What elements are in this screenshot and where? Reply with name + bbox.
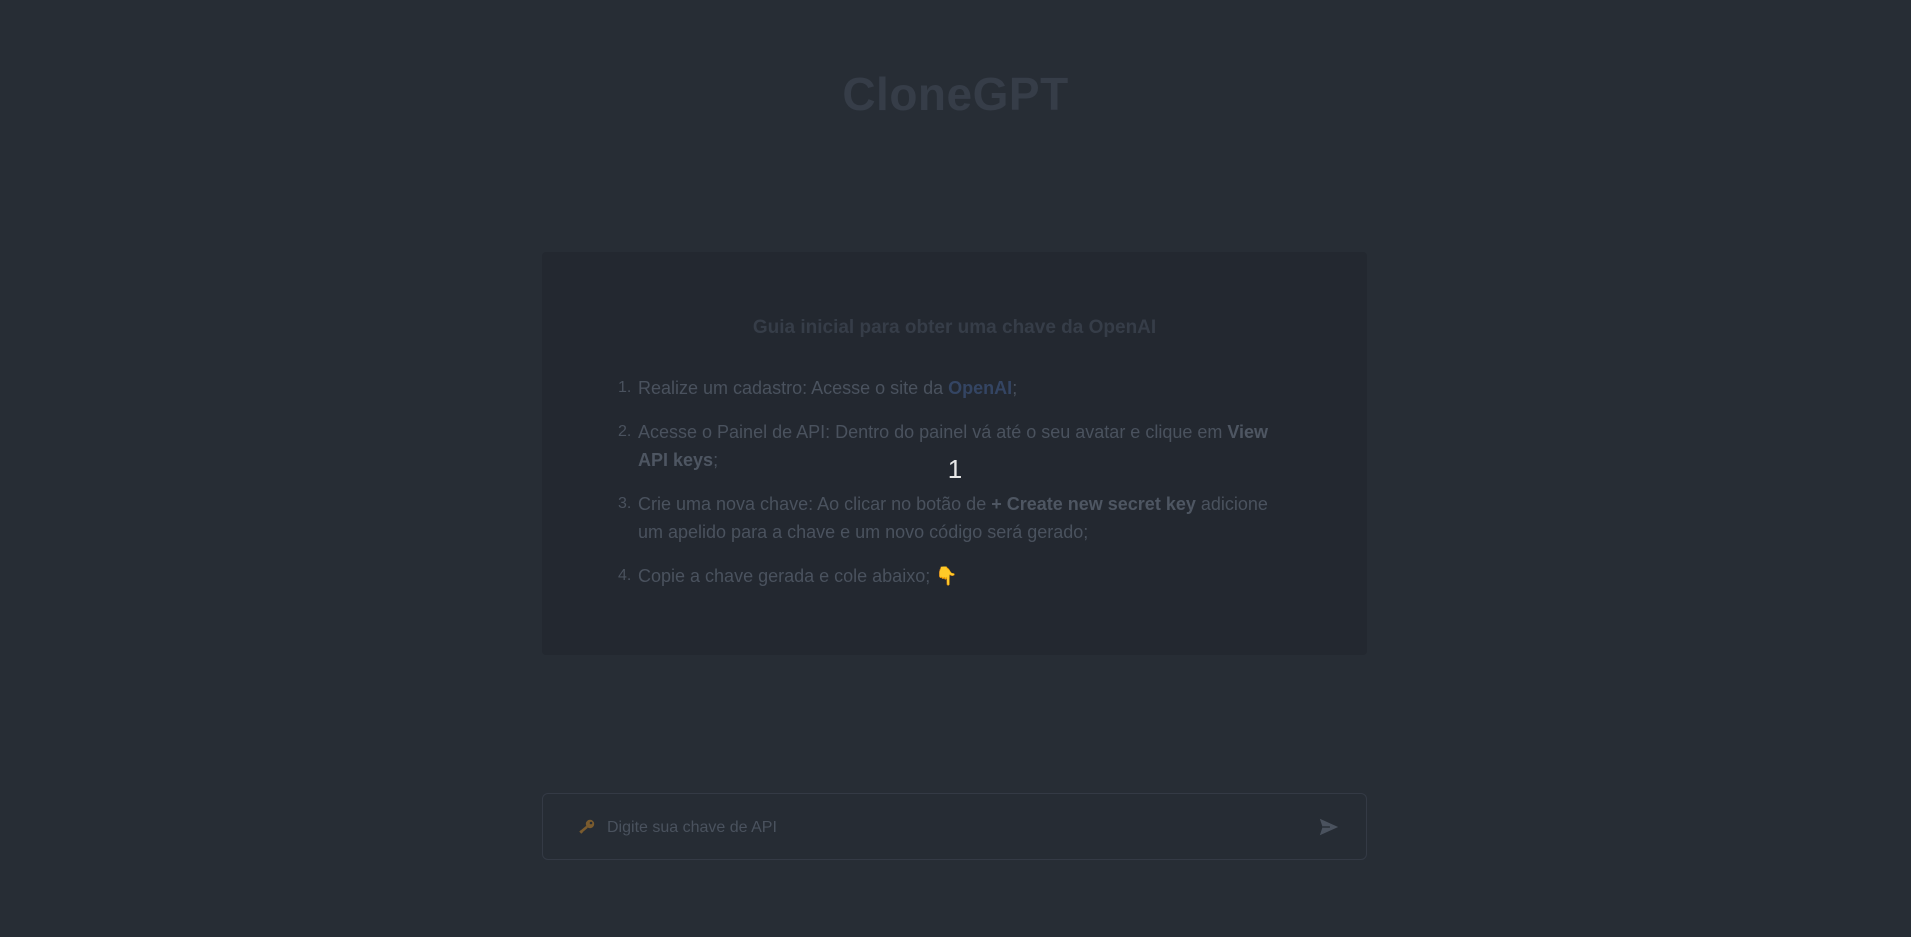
step-text: Acesse o Painel de API: Dentro do painel…	[638, 422, 1228, 442]
app-title: CloneGPT	[842, 68, 1069, 120]
guide-step-3: 3. Crie uma nova chave: Ao clicar no botã…	[618, 490, 1278, 546]
step-number: 3.	[618, 495, 632, 512]
step-number: 2.	[618, 423, 632, 440]
step-text-suffix: ;	[713, 450, 719, 470]
step-text: Realize um cadastro: Acesse o site da	[638, 378, 949, 398]
openai-link[interactable]: OpenAI	[948, 378, 1012, 398]
guide-title: Guia inicial para obter uma chave da Ope…	[752, 317, 1157, 338]
step-text: Copie a chave gerada e cole abaixo;	[638, 566, 936, 586]
step-text-suffix: ;	[1012, 378, 1018, 398]
pointing-down-icon: 👇	[935, 566, 958, 586]
guide-step-4: 4. Copie a chave gerada e cole abaixo; 👇	[618, 562, 1278, 590]
step-number: 1.	[618, 379, 632, 396]
step-text: Crie uma nova chave: Ao clicar no botão …	[638, 494, 992, 514]
step-emphasis: + Create new secret key	[991, 494, 1196, 514]
step-indicator: 1	[947, 454, 963, 484]
send-button[interactable]	[1314, 813, 1344, 843]
guide-step-1: 1. Realize um cadastro: Acesse o site da …	[618, 374, 1278, 402]
step-number: 4.	[618, 567, 632, 584]
send-icon	[1318, 818, 1340, 841]
api-key-input[interactable]	[605, 811, 1309, 845]
api-key-form	[542, 793, 1367, 860]
key-icon	[577, 817, 597, 837]
guide-steps-list: 1. Realize um cadastro: Acesse o site da …	[618, 374, 1278, 606]
